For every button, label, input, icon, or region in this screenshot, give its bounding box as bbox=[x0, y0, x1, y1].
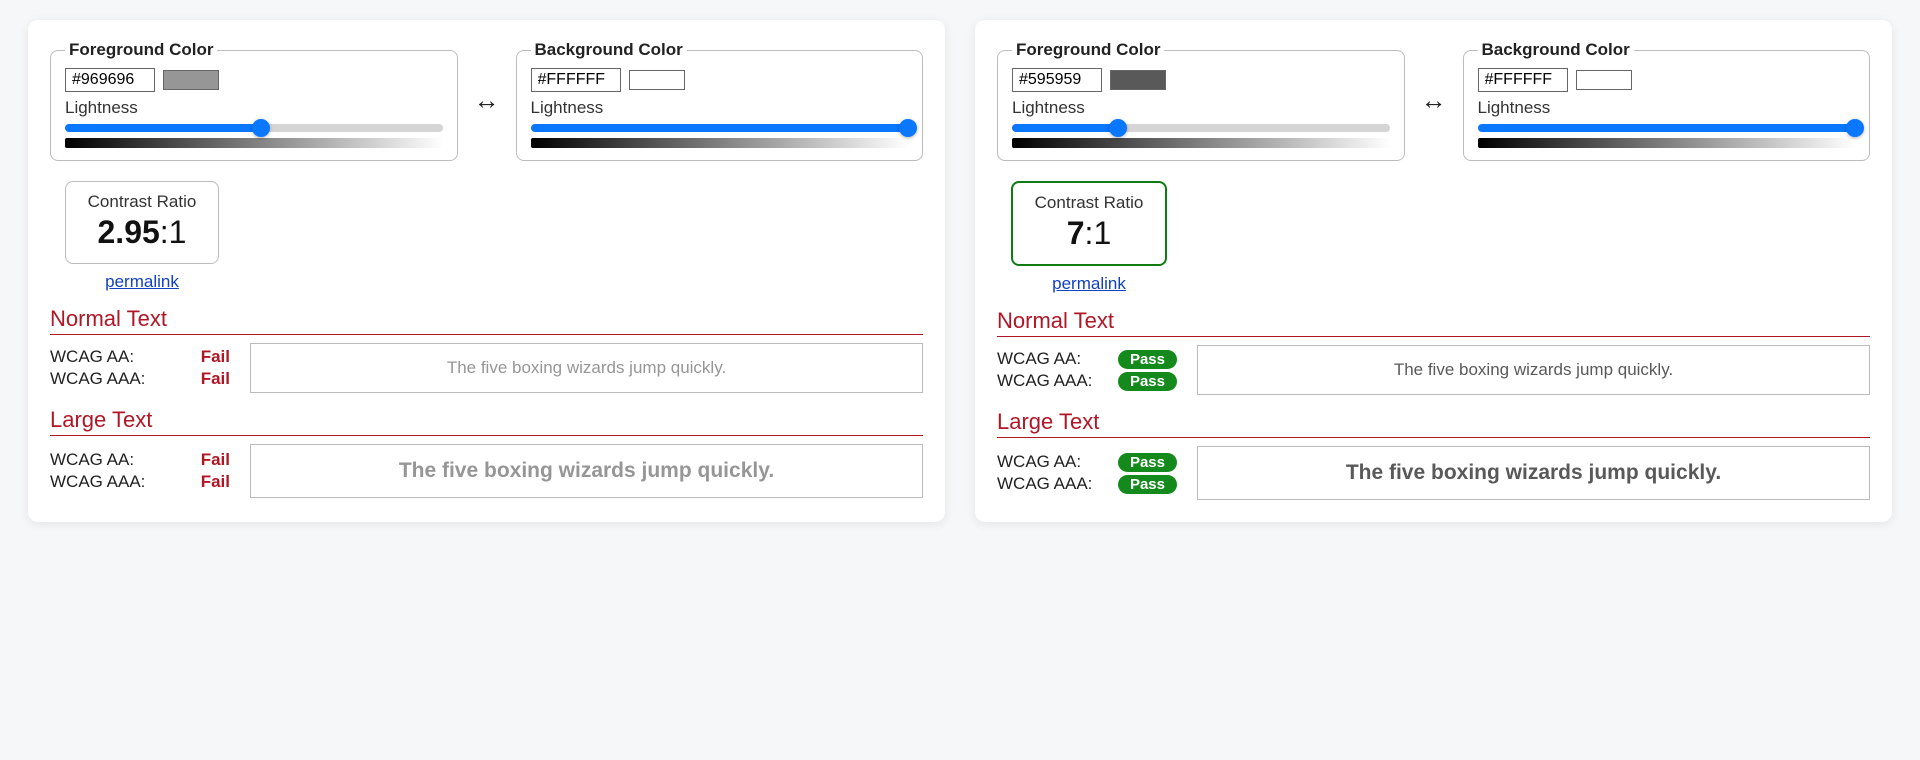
permalink-link[interactable]: permalink bbox=[105, 272, 179, 292]
wcag-aa-result: Pass bbox=[1118, 350, 1177, 369]
foreground-swatch[interactable] bbox=[1110, 70, 1166, 90]
foreground-fieldset: Foreground Color Lightness bbox=[50, 40, 458, 161]
background-hex-input[interactable] bbox=[1478, 68, 1568, 92]
normal-text-heading: Normal Text bbox=[997, 308, 1870, 337]
contrast-ratio-suffix: :1 bbox=[160, 214, 187, 250]
normal-text-criteria: WCAG AA: Fail WCAG AAA: Fail bbox=[50, 345, 230, 391]
wcag-aaa-result: Pass bbox=[1118, 475, 1177, 494]
wcag-aaa-result: Fail bbox=[201, 369, 230, 389]
wcag-aa-label: WCAG AA: bbox=[50, 347, 134, 367]
lightness-label: Lightness bbox=[1012, 98, 1390, 118]
wcag-aaa-result: Fail bbox=[201, 472, 230, 492]
wcag-aa-result: Fail bbox=[201, 450, 230, 470]
contrast-ratio-block: Contrast Ratio 7:1 permalink bbox=[1009, 181, 1169, 294]
swap-colors-icon[interactable]: ↔ bbox=[1419, 85, 1449, 116]
foreground-lightness-slider[interactable] bbox=[65, 124, 443, 148]
foreground-fieldset: Foreground Color Lightness bbox=[997, 40, 1405, 161]
contrast-ratio-block: Contrast Ratio 2.95:1 permalink bbox=[62, 181, 222, 292]
wcag-aaa-result: Pass bbox=[1118, 372, 1177, 391]
contrast-panel-left: Foreground Color Lightness ↔ Background … bbox=[28, 20, 945, 522]
lightness-label: Lightness bbox=[1478, 98, 1856, 118]
foreground-lightness-slider[interactable] bbox=[1012, 124, 1390, 148]
lightness-label: Lightness bbox=[531, 98, 909, 118]
wcag-aa-label: WCAG AA: bbox=[997, 349, 1081, 369]
foreground-legend: Foreground Color bbox=[65, 40, 217, 60]
background-hex-input[interactable] bbox=[531, 68, 621, 92]
wcag-aaa-label: WCAG AAA: bbox=[997, 371, 1092, 391]
background-fieldset: Background Color Lightness bbox=[516, 40, 924, 161]
contrast-panel-right: Foreground Color Lightness ↔ Background … bbox=[975, 20, 1892, 522]
gradient-bar bbox=[65, 138, 443, 148]
color-inputs-row: Foreground Color Lightness ↔ Background … bbox=[50, 40, 923, 161]
swap-colors-icon[interactable]: ↔ bbox=[472, 85, 502, 116]
large-text-sample[interactable]: The five boxing wizards jump quickly. bbox=[250, 444, 923, 498]
wcag-aa-result: Fail bbox=[201, 347, 230, 367]
foreground-hex-input[interactable] bbox=[65, 68, 155, 92]
contrast-ratio-card: Contrast Ratio 2.95:1 bbox=[65, 181, 220, 264]
normal-text-sample[interactable]: The five boxing wizards jump quickly. bbox=[1197, 345, 1870, 395]
color-inputs-row: Foreground Color Lightness ↔ Background … bbox=[997, 40, 1870, 161]
normal-text-sample[interactable]: The five boxing wizards jump quickly. bbox=[250, 343, 923, 393]
foreground-hex-input[interactable] bbox=[1012, 68, 1102, 92]
contrast-ratio-title: Contrast Ratio bbox=[88, 192, 197, 212]
contrast-ratio-card: Contrast Ratio 7:1 bbox=[1011, 181, 1168, 266]
permalink-link[interactable]: permalink bbox=[1052, 274, 1126, 294]
background-legend: Background Color bbox=[531, 40, 687, 60]
large-text-sample[interactable]: The five boxing wizards jump quickly. bbox=[1197, 446, 1870, 500]
wcag-aa-label: WCAG AA: bbox=[50, 450, 134, 470]
normal-text-heading: Normal Text bbox=[50, 306, 923, 335]
wcag-aaa-label: WCAG AAA: bbox=[50, 369, 145, 389]
lightness-label: Lightness bbox=[65, 98, 443, 118]
background-fieldset: Background Color Lightness bbox=[1463, 40, 1871, 161]
background-legend: Background Color bbox=[1478, 40, 1634, 60]
background-swatch[interactable] bbox=[1576, 70, 1632, 90]
gradient-bar bbox=[1012, 138, 1390, 148]
contrast-ratio-number: 2.95 bbox=[98, 214, 160, 250]
normal-text-criteria: WCAG AA: Pass WCAG AAA: Pass bbox=[997, 347, 1177, 393]
background-swatch[interactable] bbox=[629, 70, 685, 90]
contrast-ratio-number: 7 bbox=[1067, 215, 1085, 251]
large-text-heading: Large Text bbox=[50, 407, 923, 436]
gradient-bar bbox=[1478, 138, 1856, 148]
contrast-ratio-suffix: :1 bbox=[1085, 215, 1112, 251]
large-text-criteria: WCAG AA: Pass WCAG AAA: Pass bbox=[997, 450, 1177, 496]
large-text-criteria: WCAG AA: Fail WCAG AAA: Fail bbox=[50, 448, 230, 494]
wcag-aaa-label: WCAG AAA: bbox=[997, 474, 1092, 494]
gradient-bar bbox=[531, 138, 909, 148]
wcag-aa-result: Pass bbox=[1118, 453, 1177, 472]
wcag-aaa-label: WCAG AAA: bbox=[50, 472, 145, 492]
background-lightness-slider[interactable] bbox=[1478, 124, 1856, 148]
foreground-legend: Foreground Color bbox=[1012, 40, 1164, 60]
background-lightness-slider[interactable] bbox=[531, 124, 909, 148]
wcag-aa-label: WCAG AA: bbox=[997, 452, 1081, 472]
contrast-ratio-title: Contrast Ratio bbox=[1035, 193, 1144, 213]
large-text-heading: Large Text bbox=[997, 409, 1870, 438]
foreground-swatch[interactable] bbox=[163, 70, 219, 90]
